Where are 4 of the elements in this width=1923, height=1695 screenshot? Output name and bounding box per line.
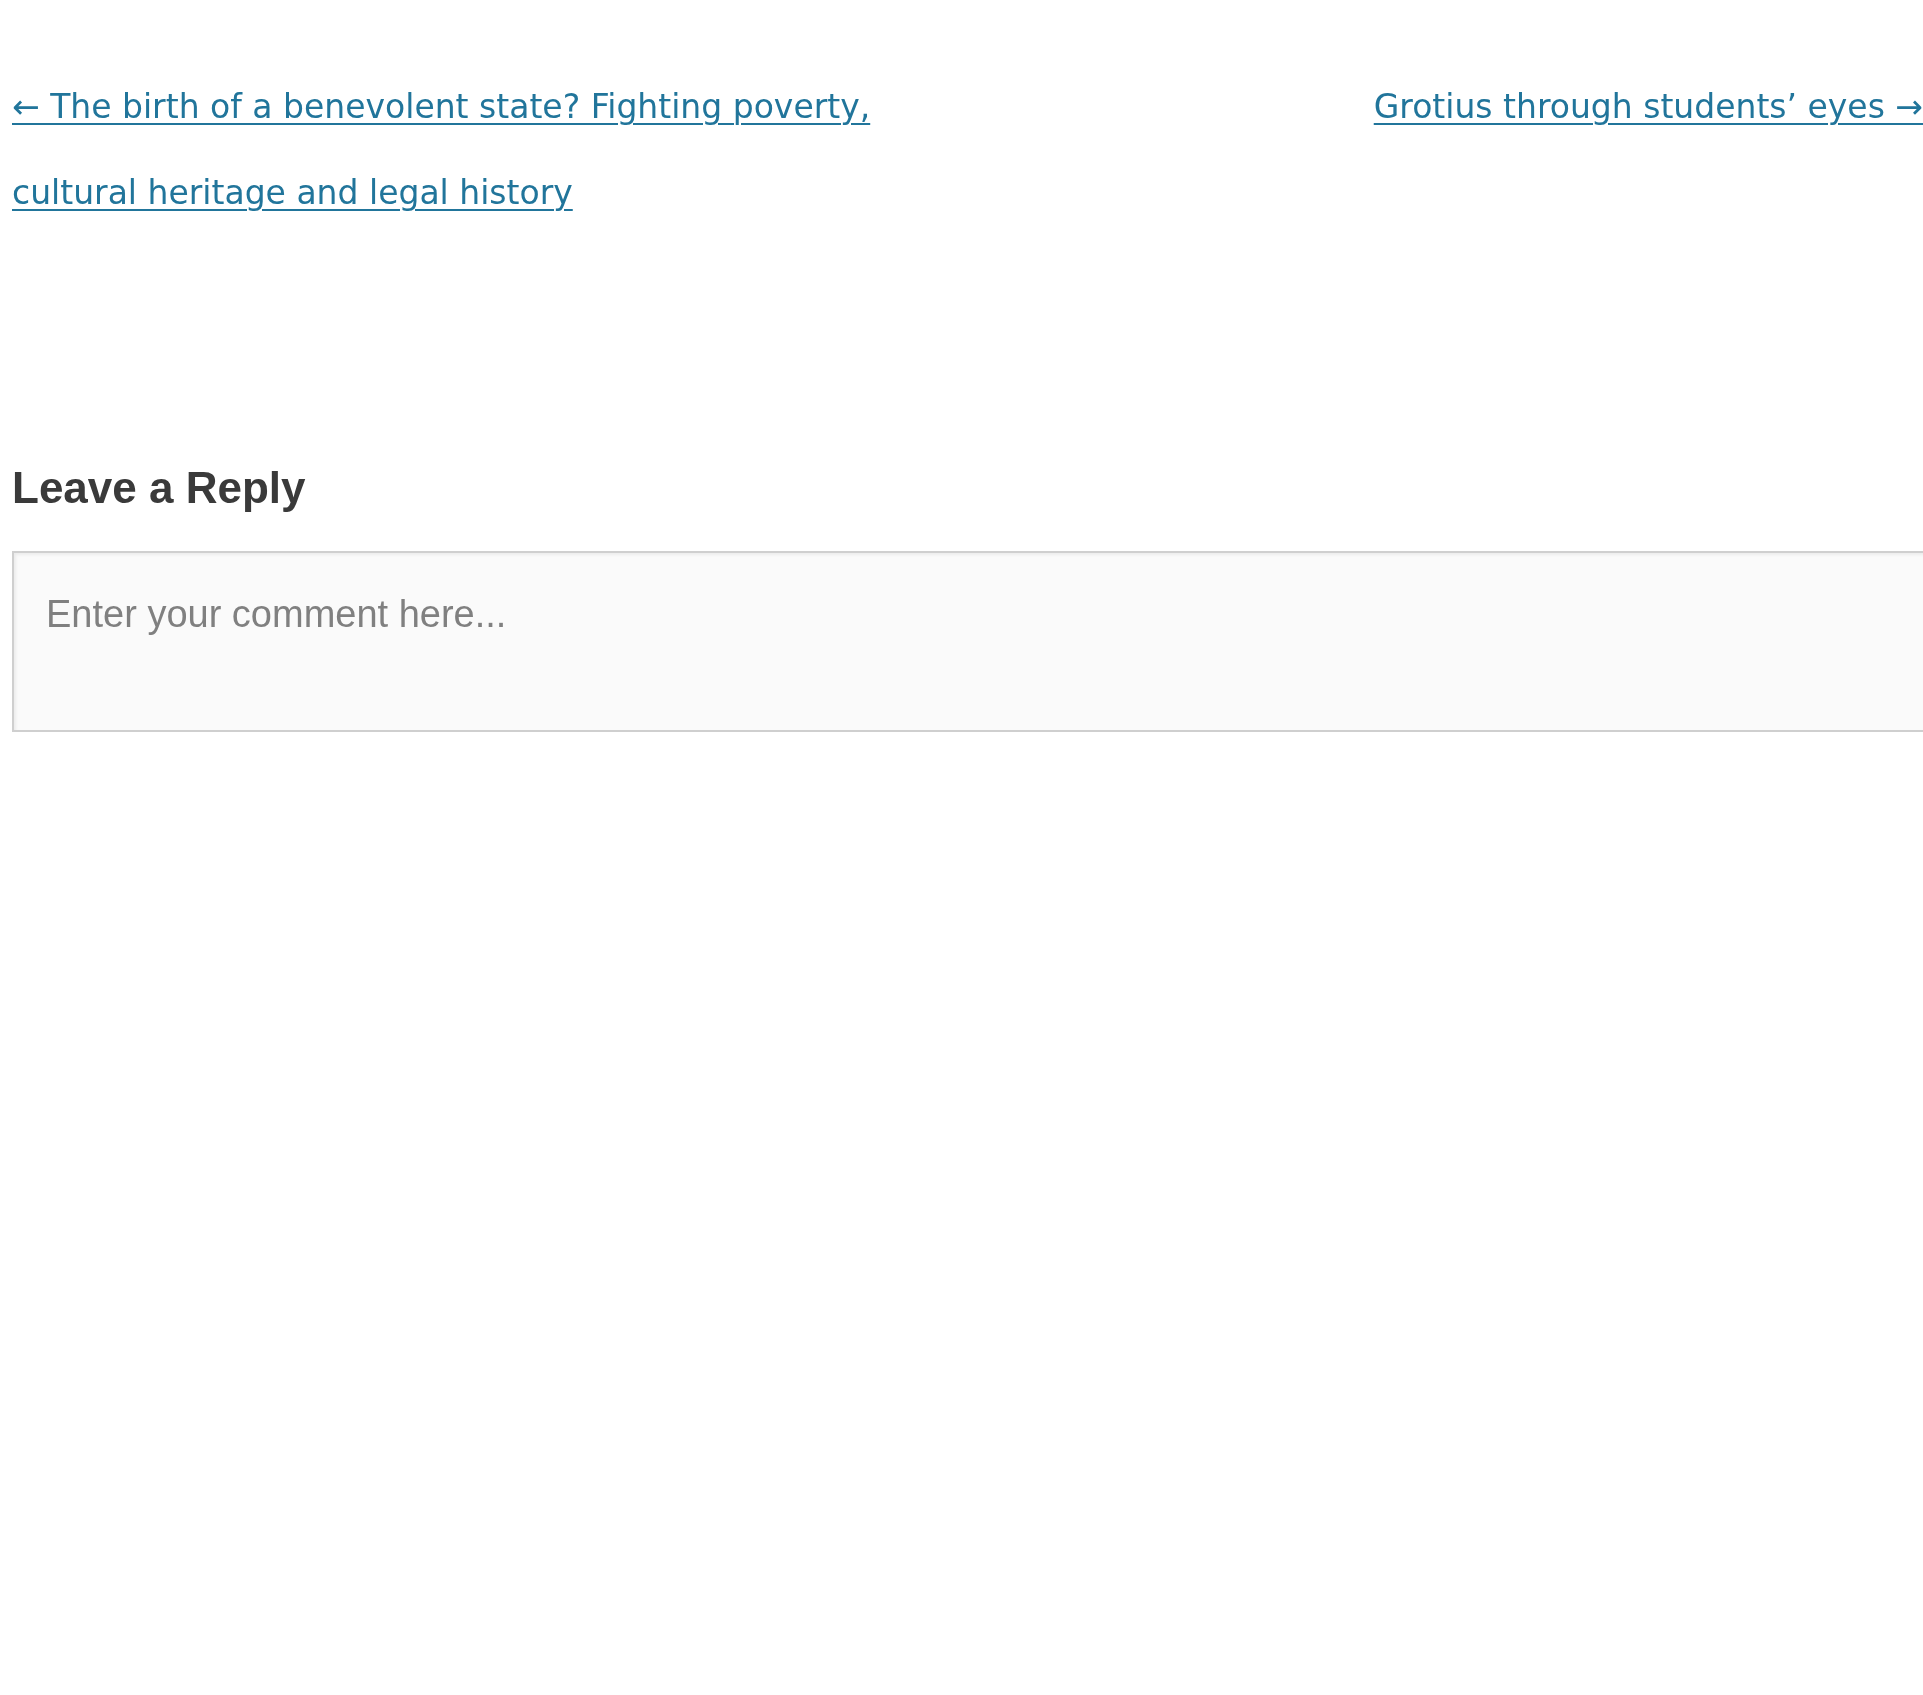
next-post-link[interactable]: Grotius through students’ eyes → <box>1373 64 1923 150</box>
reply-heading: Leave a Reply <box>12 462 307 514</box>
previous-post-link[interactable]: ← The birth of a benevolent state? Fighting poverty, cultural heritage and legal history <box>12 64 892 236</box>
comment-field[interactable]: Enter your comment here... <box>12 550 1923 732</box>
